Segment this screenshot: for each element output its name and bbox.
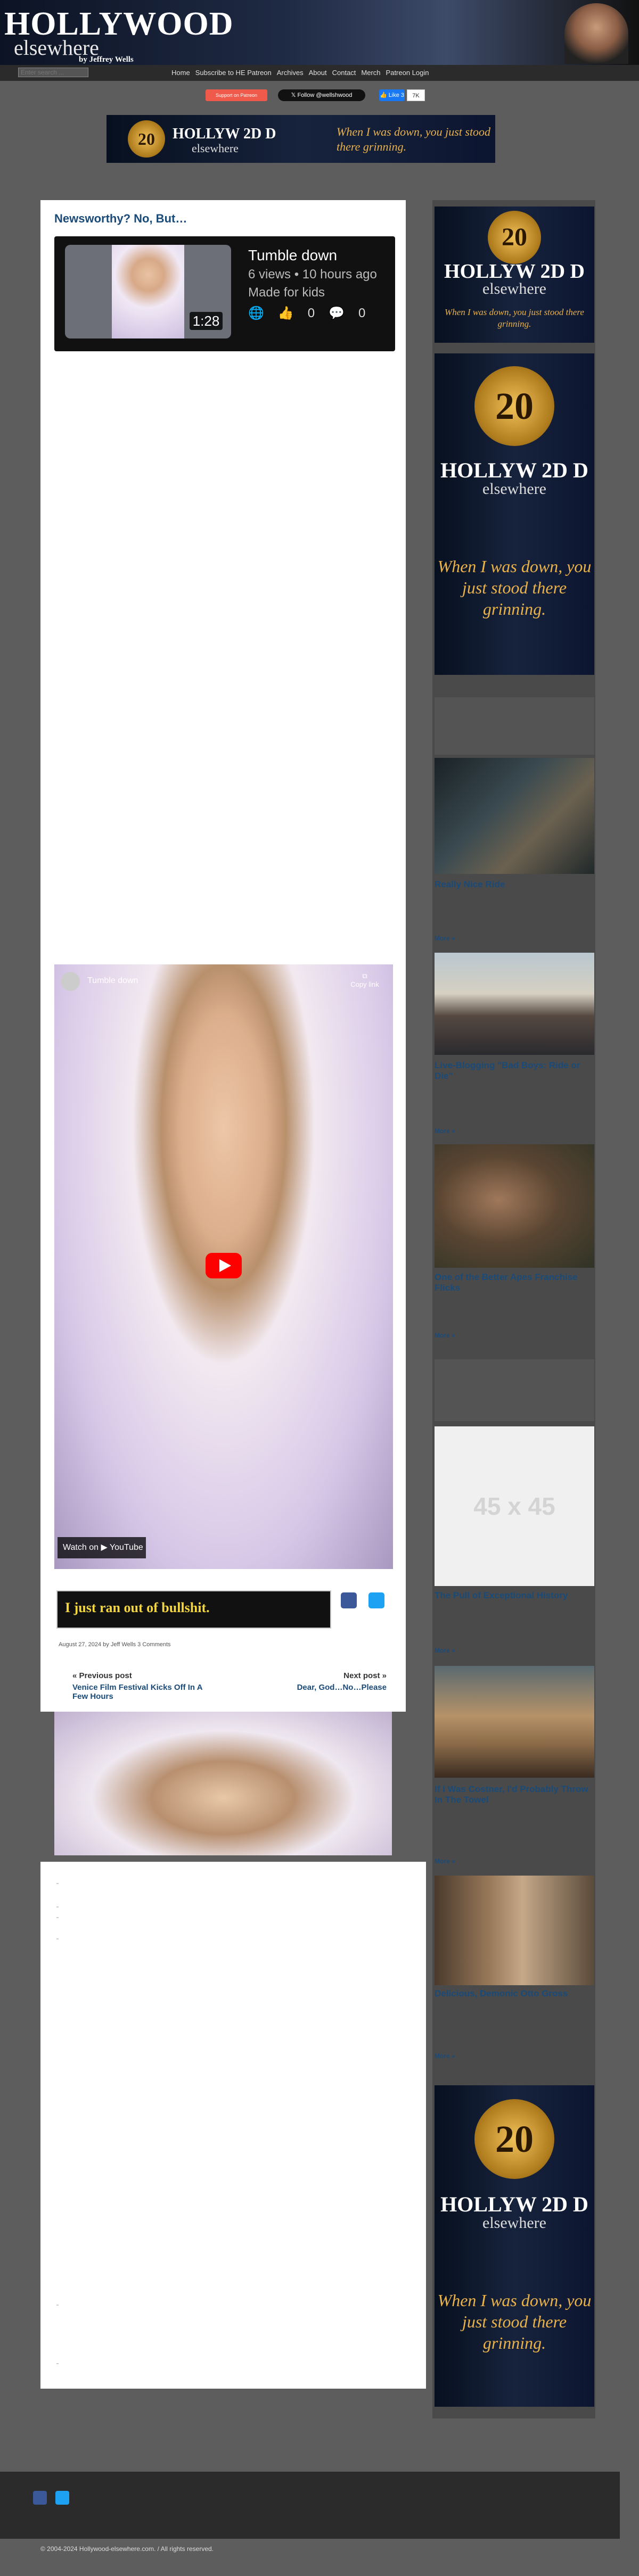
sidebar-logo-sub: elsewhere <box>482 480 546 498</box>
more-link[interactable]: More » <box>435 1857 455 1865</box>
comment-marker <box>56 1906 59 1908</box>
facebook-like-button[interactable]: 👍 Like 3 <box>379 89 405 101</box>
sidebar-ad-tagline: When I was down, you just stood there gr… <box>437 557 592 618</box>
sidebar-article-title[interactable]: Delicious, Demonic Otto Gross <box>435 1988 592 1999</box>
nav-archives[interactable]: Archives <box>277 69 304 77</box>
twitter-icon[interactable] <box>55 2491 69 2505</box>
sidebar-article-image[interactable] <box>435 1876 594 1985</box>
more-link[interactable]: More » <box>435 2052 455 2060</box>
copyright: © 2004-2024 Hollywood-elsewhere.com. / A… <box>40 2545 214 2553</box>
copy-link-label: Copy link <box>350 980 379 988</box>
more-link[interactable]: More » <box>435 1332 455 1339</box>
sidebar-article-excerpt <box>435 1810 589 1854</box>
copy-icon: ⧉ <box>362 972 367 980</box>
globe-icon: 🌐 <box>248 306 264 320</box>
nav-links: Home Subscribe to HE Patreon Archives Ab… <box>171 69 429 77</box>
anniversary-medal-icon: 20 <box>488 211 541 264</box>
prev-post-label: « Previous post <box>72 1671 132 1680</box>
video-duration: 1:28 <box>190 312 223 330</box>
more-link[interactable]: More » <box>435 1647 455 1654</box>
more-link[interactable]: More » <box>435 935 455 942</box>
video-audience: Made for kids <box>248 285 325 300</box>
facebook-like-count: 7K <box>407 89 425 101</box>
author-photo <box>564 3 628 64</box>
banner-logo: HOLLYW 2D D <box>173 126 276 142</box>
comment-marker <box>56 2363 59 2364</box>
nav-home[interactable]: Home <box>171 69 190 77</box>
site-footer <box>0 2472 620 2539</box>
sidebar-logo: HOLLYW 2D D <box>440 2192 588 2216</box>
patreon-button[interactable]: Support on Patreon <box>206 89 267 101</box>
sidebar-article-title[interactable]: If I Was Costner, I'd Probably Throw In … <box>435 1784 592 1805</box>
sidebar-widget-header <box>435 1359 594 1421</box>
like-count: 0 <box>307 306 315 320</box>
sidebar-article-image[interactable] <box>435 758 594 874</box>
sidebar-logo-sub: elsewhere <box>482 280 546 298</box>
sidebar-article-title[interactable]: Live-Blogging "Bad Boys: Ride or Die" <box>435 1060 592 1081</box>
sidebar-article-excerpt <box>435 1086 589 1120</box>
nav-patreon-login[interactable]: Patreon Login <box>386 69 429 77</box>
sidebar-article-title[interactable]: Really Nice Ride <box>435 879 592 890</box>
next-post-label: Next post » <box>343 1671 387 1680</box>
video-thumbnail-image <box>112 245 184 338</box>
facebook-share-icon[interactable] <box>341 1592 357 1608</box>
nav-about[interactable]: About <box>309 69 327 77</box>
comment-marker <box>56 2305 59 2306</box>
anniversary-medal-icon: 20 <box>474 366 554 446</box>
sidebar-logo: HOLLYW 2D D <box>440 458 588 482</box>
x-follow-button[interactable]: 𝕏 Follow @wellshwood <box>278 89 365 101</box>
comment-marker <box>56 1883 59 1884</box>
anniversary-medal-icon: 20 <box>128 120 165 158</box>
site-byline: by Jeffrey Wells <box>79 55 134 64</box>
video-views: 6 views • 10 hours ago <box>248 267 377 282</box>
banner-logo-sub: elsewhere <box>192 142 239 155</box>
search-input[interactable] <box>18 68 88 77</box>
twitter-share-icon[interactable] <box>368 1592 384 1608</box>
sidebar-article-excerpt <box>435 1298 589 1330</box>
post-meta: August 27, 2024 by Jeff Wells 3 Comments <box>59 1641 171 1648</box>
watch-on-youtube-button[interactable]: Watch on ▶ YouTube <box>58 1537 146 1558</box>
anniversary-medal-icon: 20 <box>474 2099 554 2179</box>
comment-icon[interactable]: 💬 <box>329 306 345 321</box>
sidebar-article-excerpt <box>435 1604 589 1645</box>
more-link[interactable]: More » <box>435 1127 455 1135</box>
sidebar-article-image[interactable] <box>435 1144 594 1268</box>
facebook-icon[interactable] <box>33 2491 47 2505</box>
sidebar-article-excerpt <box>435 2003 589 2050</box>
video-stats: 🌐 👍 0 💬 0 <box>248 306 365 321</box>
sidebar-article-image[interactable] <box>435 1666 594 1778</box>
sidebar-widget-header <box>435 697 594 755</box>
sidebar-article-image-placeholder[interactable]: 45 x 45 <box>435 1426 594 1586</box>
sidebar-article-excerpt <box>435 894 589 926</box>
comment-marker <box>56 1917 59 1918</box>
comment-marker <box>56 1938 59 1939</box>
nav-subscribe[interactable]: Subscribe to HE Patreon <box>195 69 272 77</box>
prev-post-link[interactable]: Venice Film Festival Kicks Off In A Few … <box>72 1683 216 1701</box>
article-title[interactable]: Newsworthy? No, But… <box>54 212 187 226</box>
sidebar-article-title[interactable]: One of the Better Apes Franchise Flicks <box>435 1272 592 1293</box>
play-icon <box>219 1259 231 1272</box>
comment-count: 0 <box>358 306 366 320</box>
sidebar-ad-tagline: When I was down, you just stood there gr… <box>445 307 584 329</box>
bullshit-banner-text: I just ran out of bullshit. <box>65 1600 210 1615</box>
channel-avatar[interactable] <box>61 972 80 991</box>
sidebar-logo-sub: elsewhere <box>482 2214 546 2232</box>
banner-tagline: When I was down, you just stood there gr… <box>337 125 491 153</box>
sidebar-article-image[interactable] <box>435 953 594 1055</box>
comments-panel <box>40 1862 426 2389</box>
video-bleed-image <box>54 1712 392 1855</box>
sidebar-article-title[interactable]: The Pull of Exceptional History <box>435 1590 592 1601</box>
sidebar-ad-tagline: When I was down, you just stood there gr… <box>437 2291 592 2352</box>
next-post-link[interactable]: Dear, God…No…Please <box>266 1683 387 1692</box>
nav-contact[interactable]: Contact <box>332 69 356 77</box>
video-title[interactable]: Tumble down <box>248 247 337 264</box>
nav-merch[interactable]: Merch <box>361 69 380 77</box>
copy-link-button[interactable]: ⧉ Copy link <box>346 972 383 988</box>
thumbs-up-icon[interactable]: 👍 <box>278 306 294 321</box>
embed-video-title[interactable]: Tumble down <box>87 976 138 986</box>
